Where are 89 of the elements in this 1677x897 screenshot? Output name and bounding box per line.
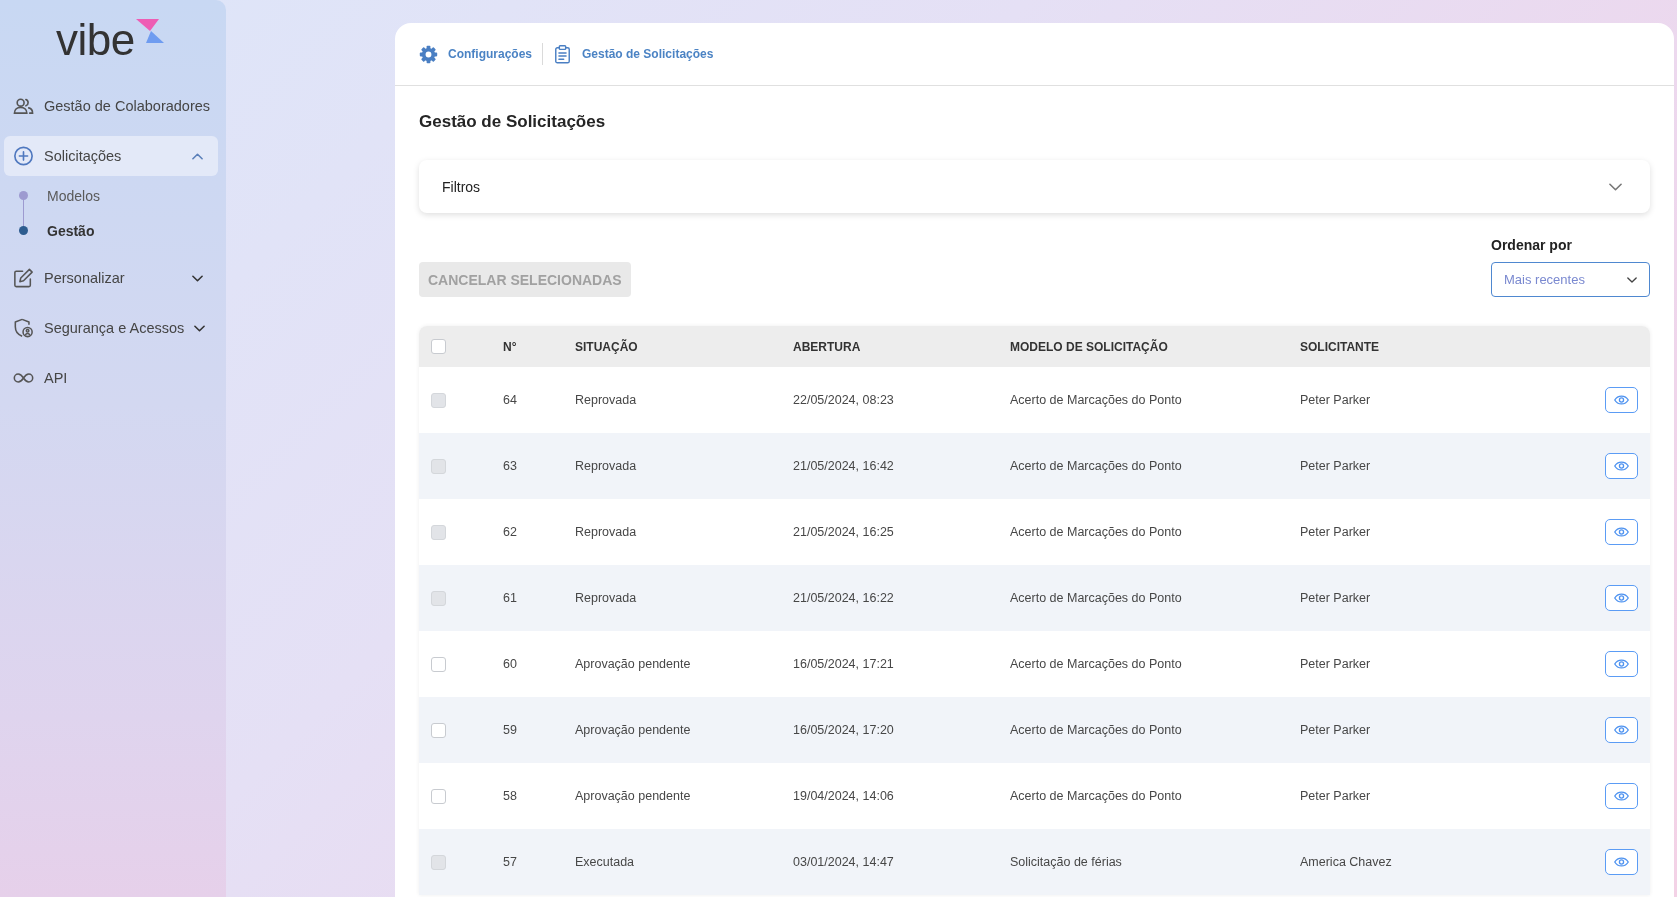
eye-icon	[1614, 461, 1629, 471]
table-cell: 59	[503, 723, 517, 737]
plus-circle-icon	[13, 146, 34, 166]
table-cell: 21/05/2024, 16:25	[793, 525, 894, 539]
view-button[interactable]	[1605, 717, 1638, 743]
column-header: MODELO DE SOLICITAÇÃO	[1010, 339, 1168, 354]
eye-icon	[1614, 791, 1629, 801]
table-cell: 21/05/2024, 16:42	[793, 459, 894, 473]
eye-icon	[1614, 395, 1629, 405]
view-button[interactable]	[1605, 783, 1638, 809]
table-cell: Acerto de Marcações do Ponto	[1010, 657, 1182, 671]
table-cell: Reprovada	[575, 459, 637, 473]
table-cell: 60	[503, 657, 517, 671]
people-icon	[13, 96, 34, 116]
table-cell: Peter Parker	[1300, 525, 1371, 539]
table-cell: Acerto de Marcações do Ponto	[1010, 723, 1182, 737]
table-cell: Peter Parker	[1300, 591, 1371, 605]
bullet-icon	[19, 191, 28, 200]
sidebar-item[interactable]: Gestão de Colaboradores	[4, 86, 218, 126]
edit-icon	[13, 268, 34, 288]
table-cell: Reprovada	[575, 591, 637, 605]
bullet-icon	[19, 226, 28, 235]
submenu-item[interactable]: Gestão	[4, 213, 218, 248]
eye-icon	[1614, 593, 1629, 603]
table-cell: 19/04/2024, 14:06	[793, 789, 894, 803]
table-cell: Aprovação pendente	[575, 723, 691, 737]
table-cell: Solicitação de férias	[1010, 855, 1122, 869]
eye-icon	[1614, 659, 1629, 669]
sidebar-item[interactable]: Segurança e Acessos	[4, 308, 218, 348]
row-checkbox[interactable]	[431, 788, 446, 804]
sort-label: Ordenar por	[1491, 236, 1572, 254]
table-cell: Aprovação pendente	[575, 657, 691, 671]
table-cell: 21/05/2024, 16:22	[793, 591, 894, 605]
logo-mark-icon	[135, 19, 165, 43]
column-header: SITUAÇÃO	[575, 339, 638, 354]
breadcrumb-link[interactable]: Configurações	[419, 44, 532, 64]
filters-expander[interactable]: Filtros	[419, 160, 1650, 213]
table-cell: Peter Parker	[1300, 459, 1371, 473]
table-cell: Aprovação pendente	[575, 789, 691, 803]
eye-icon	[1614, 857, 1629, 867]
chevron-icon	[1627, 276, 1637, 283]
submenu-item[interactable]: Modelos	[4, 178, 218, 213]
breadcrumb-link[interactable]: Gestão de Solicitações	[553, 44, 714, 64]
table-cell: Acerto de Marcações do Ponto	[1010, 525, 1182, 539]
select-all-checkbox[interactable]	[431, 339, 446, 354]
column-header: SOLICITANTE	[1300, 339, 1380, 354]
table-cell: 63	[503, 459, 517, 473]
row-checkbox[interactable]	[431, 722, 446, 738]
sort-select[interactable]: Mais recentes	[1491, 262, 1650, 297]
table-cell: 64	[503, 393, 517, 407]
view-button[interactable]	[1605, 453, 1638, 479]
view-button[interactable]	[1605, 387, 1638, 413]
page-title: Gestão de Solicitações	[419, 111, 606, 133]
table-cell: Acerto de Marcações do Ponto	[1010, 459, 1182, 473]
table-cell: 16/05/2024, 17:20	[793, 723, 894, 737]
column-header: N°	[503, 339, 517, 354]
view-button[interactable]	[1605, 849, 1638, 875]
table-cell: Reprovada	[575, 393, 637, 407]
table-cell: Peter Parker	[1300, 789, 1371, 803]
table-cell: 62	[503, 525, 517, 539]
table-cell: Peter Parker	[1300, 657, 1371, 671]
table-cell: 03/01/2024, 14:47	[793, 855, 894, 869]
table-cell: Peter Parker	[1300, 723, 1371, 737]
eye-icon	[1614, 725, 1629, 735]
sidebar-item[interactable]: Solicitações	[4, 136, 218, 176]
view-button[interactable]	[1605, 585, 1638, 611]
row-checkbox[interactable]	[431, 656, 446, 672]
eye-icon	[1614, 527, 1629, 537]
table-cell: Reprovada	[575, 525, 637, 539]
table-cell: 58	[503, 789, 517, 803]
settings-icon	[419, 44, 438, 64]
shield-user-icon	[13, 318, 34, 338]
table-cell: Peter Parker	[1300, 393, 1371, 407]
table-cell: Acerto de Marcações do Ponto	[1010, 591, 1182, 605]
view-button[interactable]	[1605, 519, 1638, 545]
column-header: ABERTURA	[793, 339, 861, 354]
logo-text: vibe	[56, 18, 135, 61]
table-cell: 61	[503, 591, 517, 605]
table-cell: 57	[503, 855, 517, 869]
table-cell: Executada	[575, 855, 635, 869]
table-cell: 22/05/2024, 08:23	[793, 393, 894, 407]
table-cell: Acerto de Marcações do Ponto	[1010, 393, 1182, 407]
view-button[interactable]	[1605, 651, 1638, 677]
sidebar-item[interactable]: Personalizar	[4, 258, 218, 298]
table-cell: 16/05/2024, 17:21	[793, 657, 894, 671]
clipboard-icon	[553, 44, 572, 64]
table-cell: America Chavez	[1300, 855, 1392, 869]
sidebar-item[interactable]: API	[4, 358, 218, 398]
table-cell: Acerto de Marcações do Ponto	[1010, 789, 1182, 803]
